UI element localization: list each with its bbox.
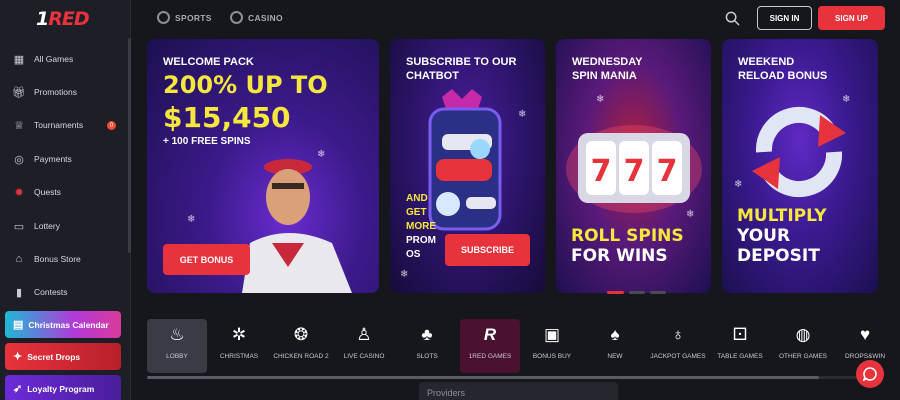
category-lobby[interactable]: ♨ LOBBY xyxy=(147,319,207,373)
reload-arrows-illustration xyxy=(752,106,846,198)
soccer-ball-icon xyxy=(157,11,170,24)
banner-title: WEDNESDAY SPIN MANIA xyxy=(572,56,643,82)
sidebar-item-lottery[interactable]: ▭ Lottery xyxy=(12,215,122,237)
table-game-icon: ⚀ xyxy=(732,325,748,344)
quest-icon: ✹ xyxy=(14,186,24,199)
chat-button[interactable] xyxy=(856,360,884,388)
player-illustration xyxy=(242,159,352,293)
banner-headline-2: YOUR xyxy=(737,226,791,246)
cherry-icon: ♣ xyxy=(421,325,433,344)
banner-headline: MULTIPLY xyxy=(737,206,827,226)
search-icon[interactable] xyxy=(725,11,740,26)
flame-icon: ♨ xyxy=(169,325,185,344)
banner-wednesday-spin[interactable]: WEDNESDAY SPIN MANIA 7 7 7 ❄ ❄ ROLL SPINS… xyxy=(556,39,711,293)
get-bonus-button[interactable]: GET BONUS xyxy=(163,244,250,275)
rocket-icon: ➶ xyxy=(13,383,23,395)
snowflake-icon: ❄ xyxy=(734,179,743,190)
snowflake-icon: ❄ xyxy=(317,149,326,160)
category-jackpot-games[interactable]: ♁ JACKPOT GAMES xyxy=(648,319,708,373)
svg-text:7: 7 xyxy=(591,154,612,189)
sidebar: 1RED ▦ All Games 🎁︎ Promotions ♕ Tournament… xyxy=(0,0,131,400)
category-other-games[interactable]: ◍ OTHER GAMES xyxy=(773,319,833,373)
category-1red-games[interactable]: R 1RED GAMES xyxy=(460,319,520,373)
trophy-icon: ♕ xyxy=(14,119,24,132)
snowflake-icon: ❄ xyxy=(187,214,196,225)
sign-up-button[interactable]: SIGN UP xyxy=(818,6,885,30)
cards-icon: ♠ xyxy=(610,325,620,344)
snowflake-icon: ❄ xyxy=(842,94,851,105)
brand-logo[interactable]: 1RED xyxy=(36,8,90,30)
promo-secret-drops[interactable]: ✦ Secret Drops xyxy=(5,343,121,370)
sidebar-scrollbar[interactable] xyxy=(128,38,131,253)
sidebar-item-promotions[interactable]: 🎁︎ Promotions xyxy=(12,81,122,103)
banner-title: WEEKEND RELOAD BONUS xyxy=(738,56,828,82)
snowflake-icon: ❄ xyxy=(686,209,695,220)
grid-icon: ▦ xyxy=(13,53,25,66)
category-new[interactable]: ♠ NEW xyxy=(585,319,645,373)
sidebar-item-bonus-store[interactable]: ⌂ Bonus Store xyxy=(12,248,122,270)
providers-dropdown[interactable]: Providers xyxy=(419,382,618,400)
sidebar-item-payments[interactable]: ◎ Payments xyxy=(12,148,122,170)
category-christmas[interactable]: ✲ CHRISTMAS xyxy=(209,319,269,373)
category-table-games[interactable]: ⚀ TABLE GAMES xyxy=(710,319,770,373)
red-logo-icon: R xyxy=(483,325,497,344)
snowflake-icon: ❄ xyxy=(400,269,409,280)
coins-icon: ◎ xyxy=(14,153,24,166)
sidebar-item-tournaments[interactable]: ♕ Tournaments xyxy=(12,114,122,136)
promo-loyalty-program[interactable]: ➶ Loyalty Program xyxy=(5,375,121,400)
snowflake-icon: ❄ xyxy=(596,94,605,105)
category-chicken-road-2[interactable]: ❂ CHICKEN ROAD 2 xyxy=(271,319,331,373)
tournaments-badge: 0 xyxy=(107,121,116,130)
snowflake-icon: ❄ xyxy=(518,109,527,120)
banner-welcome-pack[interactable]: WELCOME PACK 200% UP TO $15,450 + 100 FR… xyxy=(147,39,379,293)
subscribe-button[interactable]: SUBSCRIBE xyxy=(445,234,530,266)
banner-title: WELCOME PACK xyxy=(163,56,254,68)
ticket-icon: ▭ xyxy=(13,220,25,233)
banner-side-text-yellow: AND GET MORE xyxy=(406,193,436,232)
sidebar-item-quests[interactable]: ✹ Quests xyxy=(12,181,122,203)
category-slots[interactable]: ♣ SLOTS xyxy=(397,319,457,373)
gift-icon: 🎁︎ xyxy=(12,86,26,99)
tab-casino[interactable]: CASINO xyxy=(230,11,283,24)
banner-title: SUBSCRIBE TO OUR CHATBOT xyxy=(406,56,517,82)
calendar-icon: ▤ xyxy=(13,319,24,331)
category-bonus-buy[interactable]: ▣ BONUS BUY xyxy=(522,319,582,373)
carousel-dot[interactable] xyxy=(650,291,666,294)
banner-headline: 200% UP TO xyxy=(163,71,328,99)
store-icon: ⌂ xyxy=(15,253,23,265)
banner-headline-2: FOR WINS xyxy=(571,246,668,266)
bookmark-icon: ▮ xyxy=(15,286,23,299)
banner-headline-3: DEPOSIT xyxy=(737,246,820,266)
banner-headline: ROLL SPINS xyxy=(571,226,684,246)
svg-text:7: 7 xyxy=(624,154,645,189)
cards-icon: ♥ xyxy=(859,325,871,344)
dealer-icon: ♙ xyxy=(356,325,372,344)
ornament-icon: ✲ xyxy=(231,325,247,344)
casino-chip-icon xyxy=(230,11,243,24)
sidebar-item-all-games[interactable]: ▦ All Games xyxy=(12,48,122,70)
carousel-dot[interactable] xyxy=(629,291,645,294)
banner-subtitle: + 100 FREE SPINS xyxy=(163,136,251,147)
banner-side-text-white: PROM OS xyxy=(406,235,436,260)
category-scrollbar[interactable] xyxy=(147,376,819,379)
chicken-icon: ❂ xyxy=(293,325,309,344)
gift-icon: ▣ xyxy=(543,325,561,344)
sidebar-item-contests[interactable]: ▮ Contests xyxy=(12,281,122,303)
chat-bubble-icon xyxy=(863,367,877,381)
money-bag-icon: ♁ xyxy=(671,325,685,344)
promo-christmas-calendar[interactable]: ▤ Christmas Calendar xyxy=(5,311,121,338)
banner-chatbot[interactable]: SUBSCRIBE TO OUR CHATBOT ❄ ❄ AND GET MORE P… xyxy=(390,39,545,293)
banner-weekend-reload[interactable]: WEEKEND RELOAD BONUS ❄ ❄ MULTIPLY YOUR DE… xyxy=(722,39,878,293)
carousel-dot-active[interactable] xyxy=(607,291,624,294)
tab-sports[interactable]: SPORTS xyxy=(157,11,212,24)
sign-in-button[interactable]: SIGN IN xyxy=(757,6,812,30)
banner-amount: $15,450 xyxy=(163,101,291,134)
slot-machine-illustration: 7 7 7 xyxy=(566,125,702,213)
category-live-casino[interactable]: ♙ LIVE CASINO xyxy=(334,319,394,373)
drops-icon: ✦ xyxy=(13,351,23,363)
svg-text:7: 7 xyxy=(657,154,678,189)
globe-icon: ◍ xyxy=(795,325,811,344)
